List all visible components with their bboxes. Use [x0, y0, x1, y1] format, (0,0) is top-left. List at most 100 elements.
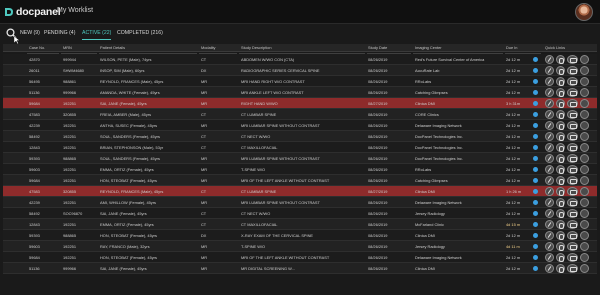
viewer-link-icon[interactable]: [567, 132, 578, 141]
report-link-icon[interactable]: [580, 121, 589, 130]
edit-link-icon[interactable]: [545, 121, 554, 130]
viewer-link-icon[interactable]: [567, 264, 578, 273]
table-row[interactable]: 47583 320855 REYNOLD, FRANCES (Male), 45yr…: [3, 186, 597, 197]
viewer-link-icon[interactable]: [567, 242, 578, 251]
table-row[interactable]: 59603 192251 RAY, FRANCO (Male), 32yrs MR T-…: [3, 241, 597, 252]
edit-link-icon[interactable]: [545, 176, 554, 185]
attachment-link-icon[interactable]: [556, 264, 565, 273]
tab-pending[interactable]: PENDING (4): [44, 30, 75, 40]
table-row[interactable]: 42239 192251 ANTHA, SUSEC (Female), 45yrs M…: [3, 120, 597, 131]
report-link-icon[interactable]: [580, 242, 589, 251]
report-link-icon[interactable]: [580, 209, 589, 218]
attachment-link-icon[interactable]: [556, 110, 565, 119]
tab-new[interactable]: NEW (9): [20, 30, 40, 40]
report-link-icon[interactable]: [580, 264, 589, 273]
table-row[interactable]: 59684 192251 HON, STEOBAT (Female), 45yrs M…: [3, 175, 597, 186]
edit-link-icon[interactable]: [545, 198, 554, 207]
edit-link-icon[interactable]: [545, 154, 554, 163]
edit-link-icon[interactable]: [545, 66, 554, 75]
table-row[interactable]: 42239 192251 AMI, WHILLOW (Female), 45yrs M…: [3, 197, 597, 208]
edit-link-icon[interactable]: [545, 110, 554, 119]
logo[interactable]: docpanel: [4, 5, 61, 19]
attachment-link-icon[interactable]: [556, 253, 565, 262]
report-link-icon[interactable]: [580, 220, 589, 229]
report-link-icon[interactable]: [580, 231, 589, 240]
edit-link-icon[interactable]: [545, 242, 554, 251]
edit-link-icon[interactable]: [545, 88, 554, 97]
report-link-icon[interactable]: [580, 198, 589, 207]
table-row[interactable]: 59684 192251 SAI, JANE (Female), 45yrs MR RI…: [3, 98, 597, 109]
viewer-link-icon[interactable]: [567, 220, 578, 229]
viewer-link-icon[interactable]: [567, 143, 578, 152]
viewer-link-icon[interactable]: [567, 253, 578, 262]
edit-link-icon[interactable]: [545, 209, 554, 218]
viewer-link-icon[interactable]: [567, 55, 578, 64]
report-link-icon[interactable]: [580, 165, 589, 174]
attachment-link-icon[interactable]: [556, 77, 565, 86]
viewer-link-icon[interactable]: [567, 176, 578, 185]
report-link-icon[interactable]: [580, 66, 589, 75]
viewer-link-icon[interactable]: [567, 198, 578, 207]
table-row[interactable]: 12843 192251 BRIAN, STEPHONSON (Male), 53y…: [3, 142, 597, 153]
report-link-icon[interactable]: [580, 55, 589, 64]
attachment-link-icon[interactable]: [556, 121, 565, 130]
attachment-link-icon[interactable]: [556, 99, 565, 108]
attachment-link-icon[interactable]: [556, 154, 565, 163]
viewer-link-icon[interactable]: [567, 209, 578, 218]
report-link-icon[interactable]: [580, 253, 589, 262]
attachment-link-icon[interactable]: [556, 165, 565, 174]
table-row[interactable]: 59684 192251 HON, STEOBAT (Female), 45yrs M…: [3, 252, 597, 263]
edit-link-icon[interactable]: [545, 132, 554, 141]
report-link-icon[interactable]: [580, 88, 589, 97]
attachment-link-icon[interactable]: [556, 66, 565, 75]
attachment-link-icon[interactable]: [556, 209, 565, 218]
attachment-link-icon[interactable]: [556, 220, 565, 229]
table-row[interactable]: 26011 SHWM4680 INSOP, SIM (Male), 60yrs DX R…: [3, 65, 597, 76]
attachment-link-icon[interactable]: [556, 231, 565, 240]
edit-link-icon[interactable]: [545, 77, 554, 86]
attachment-link-icon[interactable]: [556, 198, 565, 207]
attachment-link-icon[interactable]: [556, 88, 565, 97]
edit-link-icon[interactable]: [545, 143, 554, 152]
tab-completed[interactable]: COMPLETED (216): [117, 30, 163, 40]
edit-link-icon[interactable]: [545, 253, 554, 262]
table-row[interactable]: 58492 192251 SOUL, SANDERS (Female), 45yrs…: [3, 131, 597, 142]
report-link-icon[interactable]: [580, 143, 589, 152]
table-row[interactable]: 59603 192251 EMMA, ORTIZ (Female), 45yrs MR…: [3, 164, 597, 175]
attachment-link-icon[interactable]: [556, 55, 565, 64]
edit-link-icon[interactable]: [545, 231, 554, 240]
report-link-icon[interactable]: [580, 187, 589, 196]
edit-link-icon[interactable]: [545, 165, 554, 174]
viewer-link-icon[interactable]: [567, 187, 578, 196]
attachment-link-icon[interactable]: [556, 187, 565, 196]
attachment-link-icon[interactable]: [556, 176, 565, 185]
edit-link-icon[interactable]: [545, 55, 554, 64]
edit-link-icon[interactable]: [545, 99, 554, 108]
viewer-link-icon[interactable]: [567, 88, 578, 97]
report-link-icon[interactable]: [580, 110, 589, 119]
attachment-link-icon[interactable]: [556, 143, 565, 152]
table-row[interactable]: 51136 999966 AMANDA, WHITE (Female), 45yrs…: [3, 87, 597, 98]
report-link-icon[interactable]: [580, 132, 589, 141]
table-row[interactable]: 12843 192251 EMMA, ORTIZ (Female), 45yrs CT…: [3, 219, 597, 230]
table-row[interactable]: 51136 999966 SAI, JANE (Female), 45yrs MR MR…: [3, 263, 597, 274]
report-link-icon[interactable]: [580, 99, 589, 108]
viewer-link-icon[interactable]: [567, 99, 578, 108]
viewer-link-icon[interactable]: [567, 165, 578, 174]
report-link-icon[interactable]: [580, 154, 589, 163]
report-link-icon[interactable]: [580, 176, 589, 185]
report-link-icon[interactable]: [580, 77, 589, 86]
table-row[interactable]: 56495 988861 REYNOLD, FRANCES (Male), 45yr…: [3, 76, 597, 87]
table-row[interactable]: 42870 999944 WILSON, PETE (Male), 74yrs CT A…: [3, 54, 597, 65]
tab-active[interactable]: ACTIVE (22): [82, 30, 112, 40]
table-row[interactable]: 59393 988865 HON, STEOBAT (Female), 45yrs D…: [3, 230, 597, 241]
table-row[interactable]: 47583 320855 FREIA, AMBER (Male), 45yrs CT C…: [3, 109, 597, 120]
viewer-link-icon[interactable]: [567, 231, 578, 240]
edit-link-icon[interactable]: [545, 187, 554, 196]
viewer-link-icon[interactable]: [567, 121, 578, 130]
table-row[interactable]: 58492 SOC96870 SAI, JANE (Female), 45yrs CT…: [3, 208, 597, 219]
attachment-link-icon[interactable]: [556, 242, 565, 251]
edit-link-icon[interactable]: [545, 220, 554, 229]
attachment-link-icon[interactable]: [556, 132, 565, 141]
viewer-link-icon[interactable]: [567, 66, 578, 75]
